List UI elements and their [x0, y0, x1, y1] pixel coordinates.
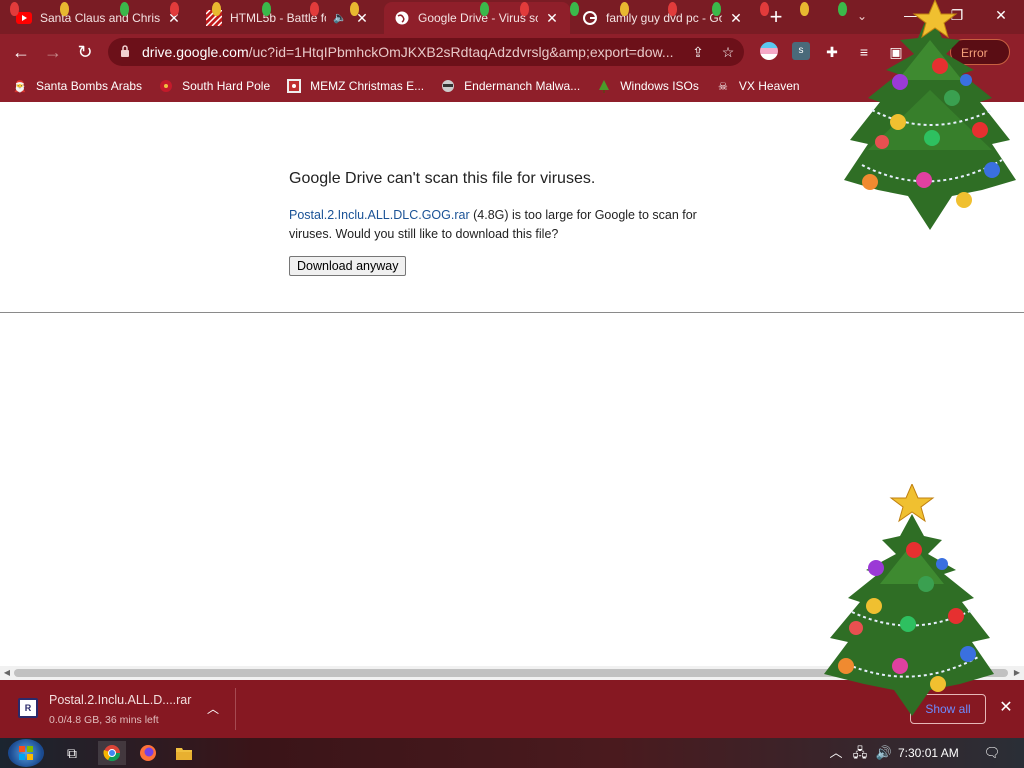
- url-host: drive.google.com: [142, 44, 249, 60]
- address-bar[interactable]: drive.google.com/uc?id=1HtqIPbmhckOmJKXB…: [108, 38, 744, 66]
- close-icon[interactable]: ✕: [544, 10, 560, 26]
- scroll-right-arrow[interactable]: ▶: [1010, 666, 1024, 680]
- close-shelf-button[interactable]: ✕: [996, 698, 1016, 718]
- scroll-left-arrow[interactable]: ◀: [0, 666, 14, 680]
- firefox-taskbar-icon[interactable]: [134, 741, 162, 765]
- notifications-icon[interactable]: 🗨: [982, 743, 1002, 763]
- reload-button[interactable]: ↻: [73, 40, 97, 64]
- bookmark-label: MEMZ Christmas E...: [310, 79, 425, 93]
- bookmark-label: Santa Bombs Arabs: [36, 79, 143, 93]
- file-link[interactable]: Postal.2.Inclu.ALL.DLC.GOG.rar: [289, 208, 470, 222]
- bookmark-label: VX Heaven: [738, 79, 800, 93]
- bookmark-memz-christmas[interactable]: MEMZ Christmas E...: [286, 78, 424, 94]
- tab-html5b[interactable]: HTML5b - Battle fo 🔈 ✕: [196, 2, 380, 34]
- puzzle-icon[interactable]: ✚: [822, 42, 842, 62]
- back-button[interactable]: ←: [9, 40, 33, 64]
- network-icon[interactable]: 🖧: [850, 743, 870, 763]
- bookmark-endermanch-malware[interactable]: Endermanch Malwa...: [440, 78, 580, 94]
- close-icon[interactable]: ✕: [728, 10, 744, 26]
- start-button[interactable]: [8, 739, 44, 767]
- christmas-tree-decoration: [844, 0, 1016, 230]
- bookmark-santa-bombs-arabs[interactable]: 🎅 Santa Bombs Arabs: [12, 78, 142, 94]
- screen: { "tabs": [ {"title": "Santa Claus and C…: [0, 0, 1024, 768]
- extension-s-icon[interactable]: s: [792, 42, 810, 60]
- warning-message: Postal.2.Inclu.ALL.DLC.GOG.rar (4.8G) is…: [289, 206, 729, 244]
- bookmark-south-hard-pole[interactable]: South Hard Pole: [158, 78, 270, 94]
- extension-flag-icon[interactable]: [760, 42, 778, 60]
- bookmark-label: South Hard Pole: [182, 79, 271, 93]
- tab-santa-claus[interactable]: Santa Claus and Christ ✕: [6, 2, 192, 34]
- file-explorer-icon[interactable]: [170, 741, 198, 765]
- raccoon-icon: [440, 78, 456, 94]
- taskbar: ⧉ ︿ 🖧 🔊 7:30:01 AM 🗨: [0, 738, 1024, 768]
- tab-family-guy[interactable]: family guy dvd pc - Go ✕: [572, 2, 754, 34]
- close-icon[interactable]: ✕: [166, 10, 182, 26]
- lock-icon: [120, 44, 130, 60]
- divider: [0, 312, 1024, 313]
- ornament-icon: [158, 78, 174, 94]
- download-status: 0.0/4.8 GB, 36 mins left: [49, 714, 159, 726]
- game-icon: [206, 10, 222, 26]
- youtube-icon: [16, 10, 32, 26]
- volume-icon[interactable]: 🔊: [874, 743, 894, 763]
- chevron-up-icon[interactable]: ︿: [204, 700, 222, 718]
- tree-icon: [596, 78, 612, 94]
- chevron-up-tray-icon[interactable]: ︿: [826, 743, 846, 763]
- tab-title: family guy dvd pc - Go: [606, 11, 722, 25]
- bookmark-vx-heaven[interactable]: ☠ VX Heaven: [715, 78, 800, 94]
- page-heading: Google Drive can't scan this file for vi…: [289, 170, 596, 187]
- speaker-icon[interactable]: 🔈: [332, 10, 348, 26]
- christmas-tree-decoration-bottom: [824, 484, 994, 716]
- virus-scan-warning: Google Drive can't scan this file for vi…: [289, 170, 729, 276]
- google-icon: [582, 10, 598, 26]
- santa-icon: 🎅: [13, 80, 27, 93]
- clock[interactable]: 7:30:01 AM: [898, 738, 959, 768]
- download-item[interactable]: R Postal.2.Inclu.ALL.D....rar 0.0/4.8 GB…: [10, 688, 236, 730]
- close-icon[interactable]: ✕: [354, 10, 370, 26]
- file-size: (4.8G): [469, 208, 509, 222]
- skull-icon: ☠: [717, 80, 728, 93]
- forward-button[interactable]: →: [41, 40, 65, 64]
- star-icon[interactable]: ☆: [718, 42, 738, 62]
- tab-title: Google Drive - Virus sc: [418, 11, 538, 25]
- tab-title: HTML5b - Battle fo: [230, 11, 326, 25]
- bookmark-windows-isos[interactable]: Windows ISOs: [596, 78, 699, 94]
- url-text: drive.google.com/uc?id=1HtqIPbmhckOmJKXB…: [142, 44, 674, 60]
- image-icon: [286, 78, 302, 94]
- url-path: /uc?id=1HtqIPbmhckOmJKXB2sRdtaqAdzdvrslg…: [248, 44, 674, 60]
- tab-google-drive[interactable]: Google Drive - Virus sc ✕: [384, 2, 570, 34]
- rar-file-icon: R: [18, 698, 38, 718]
- bookmark-label: Endermanch Malwa...: [464, 79, 581, 93]
- task-view-icon[interactable]: ⧉: [58, 741, 86, 765]
- share-icon[interactable]: ⇪: [688, 42, 708, 62]
- download-anyway-button[interactable]: Download anyway: [289, 256, 407, 276]
- globe-icon: [394, 10, 410, 26]
- bookmark-label: Windows ISOs: [620, 79, 699, 93]
- tab-title: Santa Claus and Christ: [40, 11, 160, 25]
- download-file-name: Postal.2.Inclu.ALL.D....rar: [49, 693, 192, 707]
- chrome-taskbar-icon[interactable]: [98, 741, 126, 765]
- new-tab-button[interactable]: +: [764, 6, 788, 30]
